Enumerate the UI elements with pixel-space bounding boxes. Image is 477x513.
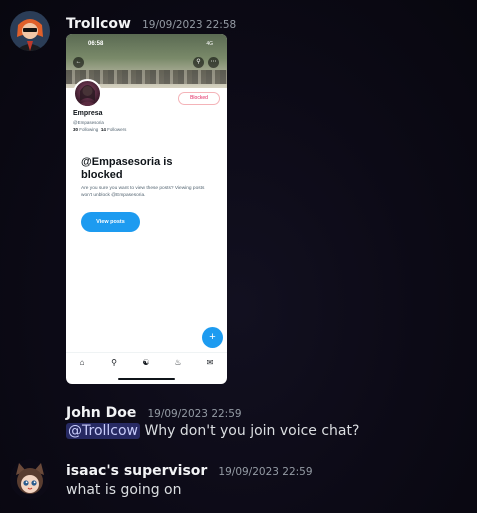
messages-icon: ✉	[206, 358, 214, 367]
home-indicator	[118, 378, 175, 380]
compose-plus-icon: +	[202, 327, 223, 348]
profile-handle: @Empasesoria	[73, 120, 104, 125]
blocked-description: Are you sure you want to view these post…	[81, 186, 205, 198]
profile-avatar	[73, 79, 102, 108]
message-trollcow: Trollcow 19/09/2023 22:58 06:58 4G ← ⚲ ⋯…	[0, 0, 477, 390]
message-timestamp: 19/09/2023 22:59	[218, 466, 313, 478]
home-icon: ⌂	[79, 358, 85, 367]
search-icon: ⚲	[193, 57, 204, 68]
status-time: 06:58	[88, 41, 104, 47]
more-icon: ⋯	[208, 57, 219, 68]
followers-count: 14	[100, 127, 106, 132]
image-attachment[interactable]: 06:58 4G ← ⚲ ⋯ Blocked Empresa @Empaseso…	[66, 34, 227, 384]
communities-icon: ☯	[142, 358, 150, 367]
trollcow-avatar[interactable]	[10, 11, 50, 51]
profile-name: Empresa	[73, 110, 103, 117]
view-posts-button: View posts	[81, 212, 140, 232]
tab-bar: ⌂ ⚲ ☯ ♨ ✉	[66, 352, 227, 373]
status-signal: 4G	[206, 41, 213, 47]
username-isaacs-supervisor[interactable]: isaac's supervisor	[66, 463, 207, 479]
username-john-doe[interactable]: John Doe	[66, 405, 136, 421]
user-mention[interactable]: @Trollcow	[66, 423, 140, 439]
back-arrow-icon: ←	[73, 57, 84, 68]
message-john-doe: John Doe 19/09/2023 22:59 @Trollcow Why …	[0, 398, 477, 448]
message-timestamp: 19/09/2023 22:59	[147, 408, 242, 420]
isaacs-supervisor-avatar[interactable]	[10, 459, 50, 499]
follow-stats: 30 Following 14 Followers	[73, 127, 126, 132]
message-content: @Trollcow Why don't you join voice chat?	[66, 423, 359, 439]
message-timestamp: 19/09/2023 22:58	[142, 19, 237, 31]
following-label: Following	[79, 127, 99, 132]
following-count: 30	[73, 127, 79, 132]
search-tab-icon: ⚲	[111, 358, 117, 367]
username-trollcow[interactable]: Trollcow	[66, 16, 131, 32]
blocked-title: @Empasesoria is blocked	[81, 156, 173, 181]
message-isaacs-supervisor: isaac's supervisor 19/09/2023 22:59 what…	[0, 452, 477, 513]
notifications-icon: ♨	[174, 358, 182, 367]
blocked-button: Blocked	[178, 92, 220, 105]
message-text: Why don't you join voice chat?	[140, 423, 360, 439]
message-text: what is going on	[66, 482, 182, 498]
followers-label: Followers	[107, 127, 127, 132]
